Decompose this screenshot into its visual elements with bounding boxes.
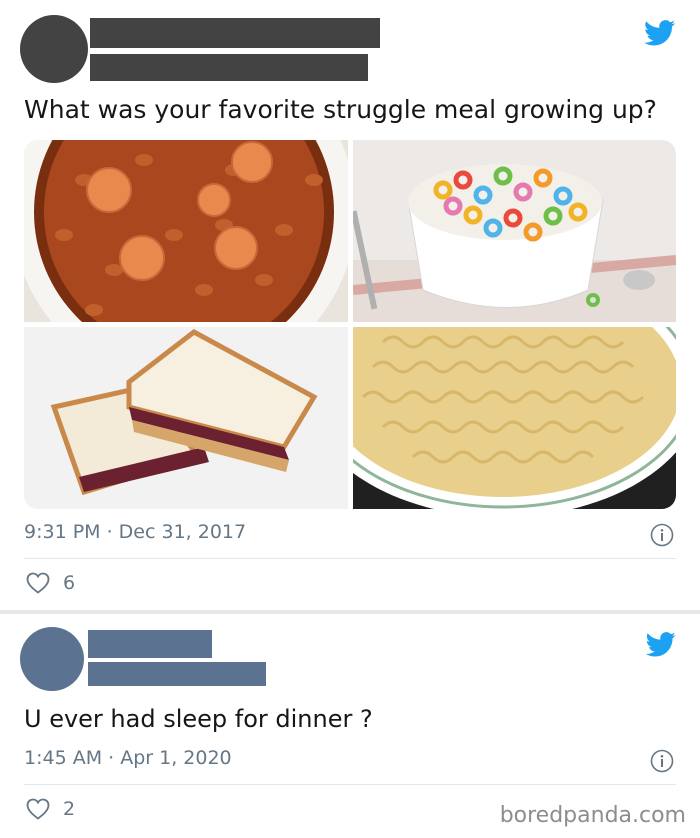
twitter-bird-icon[interactable] [645, 632, 676, 661]
tweet-text: U ever had sleep for dinner ? [24, 705, 373, 733]
info-icon[interactable] [650, 749, 674, 777]
like-count: 2 [63, 798, 76, 820]
tweet-text: What was your favorite struggle meal gro… [24, 95, 657, 124]
twitter-bird-icon[interactable] [644, 20, 676, 50]
redacted-username [88, 662, 266, 686]
like-button[interactable]: 6 [26, 572, 75, 594]
heart-icon [26, 798, 50, 820]
tweet-card-1: What was your favorite struggle meal gro… [0, 0, 700, 610]
tweet-card-2: U ever had sleep for dinner ? 1:45 AM · … [0, 614, 700, 838]
like-button[interactable]: 2 [26, 798, 75, 820]
redacted-display-name [88, 630, 212, 658]
redacted-display-name [90, 18, 380, 48]
divider [24, 784, 676, 785]
tweet-timestamp[interactable]: 9:31 PM · Dec 31, 2017 [24, 521, 246, 543]
like-count: 6 [63, 572, 76, 594]
pbj-sandwich-photo[interactable] [24, 327, 348, 509]
heart-icon [26, 572, 50, 594]
avatar[interactable] [20, 627, 84, 691]
media-grid[interactable] [24, 140, 676, 509]
tweet-timestamp[interactable]: 1:45 AM · Apr 1, 2020 [24, 747, 232, 769]
redacted-username [90, 54, 368, 81]
fruit-loops-cereal-photo[interactable] [353, 140, 676, 322]
ramen-noodles-photo[interactable] [353, 327, 676, 509]
beans-and-franks-photo[interactable] [24, 140, 348, 322]
watermark: boredpanda.com [499, 803, 686, 828]
info-icon[interactable] [650, 523, 674, 551]
avatar[interactable] [20, 15, 88, 83]
divider [24, 558, 676, 559]
